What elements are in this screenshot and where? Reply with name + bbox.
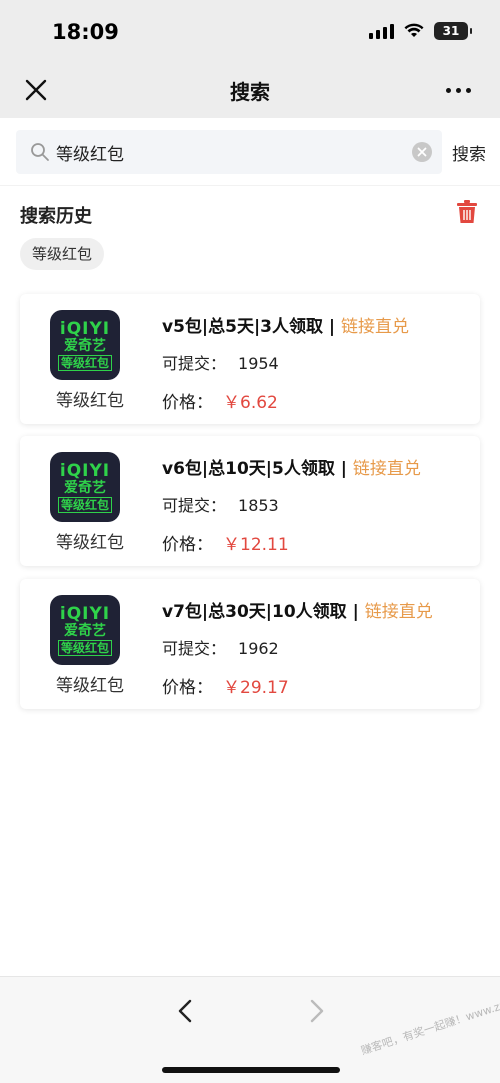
card-title: v5包|总5天|3人领取 | 链接直兑 [162,312,409,337]
product-card[interactable]: iQIYI 爱奇艺 等级红包 等级红包 v7包|总30天|10人领取 | 链接直… [20,579,480,709]
history-tag[interactable]: 等级红包 [20,238,105,270]
price-label: 价格： [162,535,213,555]
clear-icon[interactable] [412,142,432,162]
price-label: 价格： [162,678,213,698]
logo-tag: 等级红包 [57,496,112,513]
price-value: ￥12.11 [223,535,289,555]
stock-value: 1954 [238,354,279,373]
search-icon [31,143,49,161]
trash-icon[interactable] [456,200,478,224]
iqiyi-logo: iQIYI 爱奇艺 等级红包 [50,310,120,380]
stock-value: 1853 [238,496,279,515]
search-area: 搜索 [0,118,500,186]
redeem-link[interactable]: 链接直兑 [341,317,409,337]
product-card[interactable]: iQIYI 爱奇艺 等级红包 等级红包 v5包|总5天|3人领取 | 链接直兑 … [20,294,480,424]
logo-cn: 爱奇艺 [64,337,106,354]
card-title: v7包|总30天|10人领取 | 链接直兑 [162,597,433,622]
card-stock: 可提交： 1853 [162,492,279,516]
nav-bar: 搜索 [0,62,500,118]
card-caption: 等级红包 [56,533,124,553]
search-button[interactable]: 搜索 [452,140,486,165]
stock-label: 可提交： [162,496,227,515]
logo-brand: iQIYI [59,318,111,339]
redeem-link[interactable]: 链接直兑 [365,602,433,622]
status-icons: 31 [369,22,472,40]
redeem-link[interactable]: 链接直兑 [353,459,421,479]
home-indicator [162,1067,340,1073]
search-input[interactable] [56,130,416,174]
signal-icon [369,23,394,39]
search-box [16,130,442,174]
status-time: 18:09 [52,20,119,44]
product-card[interactable]: iQIYI 爱奇艺 等级红包 等级红包 v6包|总10天|5人领取 | 链接直兑… [20,436,480,566]
card-sep: | [334,459,353,479]
card-title: v6包|总10天|5人领取 | 链接直兑 [162,454,421,479]
more-icon[interactable] [446,80,478,100]
card-stock: 可提交： 1962 [162,635,279,659]
battery-level: 31 [442,24,460,38]
card-sep: | [346,602,365,622]
stock-label: 可提交： [162,354,227,373]
iqiyi-logo: iQIYI 爱奇艺 等级红包 [50,595,120,665]
logo-cn: 爱奇艺 [64,479,106,496]
card-title-text: v7包|总30天|10人领取 [162,602,347,622]
card-title-text: v6包|总10天|5人领取 [162,459,335,479]
card-caption: 等级红包 [56,391,124,411]
logo-tag: 等级红包 [57,639,112,656]
history-title: 搜索历史 [20,206,92,227]
logo-tag: 等级红包 [57,354,112,371]
battery-icon: 31 [434,22,472,40]
card-sep: | [323,317,342,337]
card-price: 价格： ￥6.62 [162,388,278,413]
price-value: ￥29.17 [223,678,289,698]
card-stock: 可提交： 1954 [162,350,279,374]
price-value: ￥6.62 [223,393,278,413]
card-title-text: v5包|总5天|3人领取 [162,317,323,337]
logo-brand: iQIYI [59,603,111,624]
page-title: 搜索 [230,80,270,104]
card-price: 价格： ￥29.17 [162,673,289,698]
chevron-right-icon[interactable] [304,997,328,1025]
stock-value: 1962 [238,639,279,658]
stock-label: 可提交： [162,639,227,658]
status-bar: 18:09 31 [0,0,500,62]
card-price: 价格： ￥12.11 [162,530,289,555]
chevron-left-icon[interactable] [174,997,198,1025]
logo-brand: iQIYI [59,460,111,481]
price-label: 价格： [162,393,213,413]
iqiyi-logo: iQIYI 爱奇艺 等级红包 [50,452,120,522]
wifi-icon [404,23,424,37]
card-caption: 等级红包 [56,676,124,696]
logo-cn: 爱奇艺 [64,622,106,639]
